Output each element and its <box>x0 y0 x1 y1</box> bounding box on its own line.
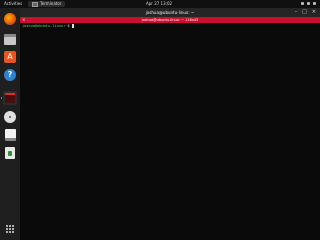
window-controls: – □ × <box>295 8 316 17</box>
top-bar: Activities Terminator Apr 27 13:02 <box>0 0 320 8</box>
shell-prompt[interactable]: joshua@ubuntu-linux:~$ <box>22 24 74 29</box>
close-icon[interactable]: × <box>312 8 316 17</box>
disc-icon <box>4 111 16 123</box>
ubuntu-software-launcher[interactable]: A <box>3 50 17 64</box>
firefox-launcher[interactable] <box>3 12 17 26</box>
minimize-icon[interactable]: – <box>295 8 298 17</box>
terminator-launcher[interactable] <box>3 91 17 105</box>
window-titlebar[interactable]: joshua@ubuntu-linux: ~ – □ × <box>20 8 320 17</box>
files-icon <box>4 33 16 45</box>
dock: A ? <box>0 8 20 240</box>
disc-launcher[interactable] <box>3 110 17 124</box>
terminator-icon <box>3 91 17 105</box>
maximize-icon[interactable]: □ <box>302 8 307 17</box>
grid-icon <box>6 225 14 233</box>
terminal-icon <box>32 1 38 7</box>
text-cursor <box>71 24 74 28</box>
writer-launcher[interactable] <box>3 128 17 142</box>
help-launcher[interactable]: ? <box>3 68 17 82</box>
app-menu[interactable]: Terminator <box>28 1 66 7</box>
network-icon <box>301 2 304 5</box>
window-title: joshua@ubuntu-linux: ~ <box>145 10 195 15</box>
trash-icon <box>5 147 15 159</box>
power-icon <box>313 2 316 5</box>
firefox-icon <box>4 13 16 25</box>
activities-button[interactable]: Activities <box>4 0 22 8</box>
help-icon: ? <box>4 69 16 81</box>
clock[interactable]: Apr 27 13:02 <box>146 0 172 8</box>
show-applications-button[interactable] <box>3 222 17 236</box>
terminal-window[interactable]: joshua@ubuntu-linux: ~ – □ × × joshua@ub… <box>20 8 320 240</box>
tab-title: joshua@ubuntu-linux: ~ 116x45 <box>141 18 199 22</box>
document-icon <box>4 129 16 141</box>
volume-icon <box>307 2 310 5</box>
prompt-user: joshua@ubuntu-linux <box>22 24 64 28</box>
files-launcher[interactable] <box>3 32 17 46</box>
system-tray[interactable] <box>301 2 316 5</box>
tab-close-icon[interactable]: × <box>22 17 25 23</box>
terminal-tab[interactable]: × joshua@ubuntu-linux: ~ 116x45 <box>20 17 320 23</box>
trash-launcher[interactable] <box>3 146 17 160</box>
app-menu-label: Terminator <box>40 1 62 6</box>
running-indicator <box>1 97 2 99</box>
software-icon: A <box>4 51 16 63</box>
